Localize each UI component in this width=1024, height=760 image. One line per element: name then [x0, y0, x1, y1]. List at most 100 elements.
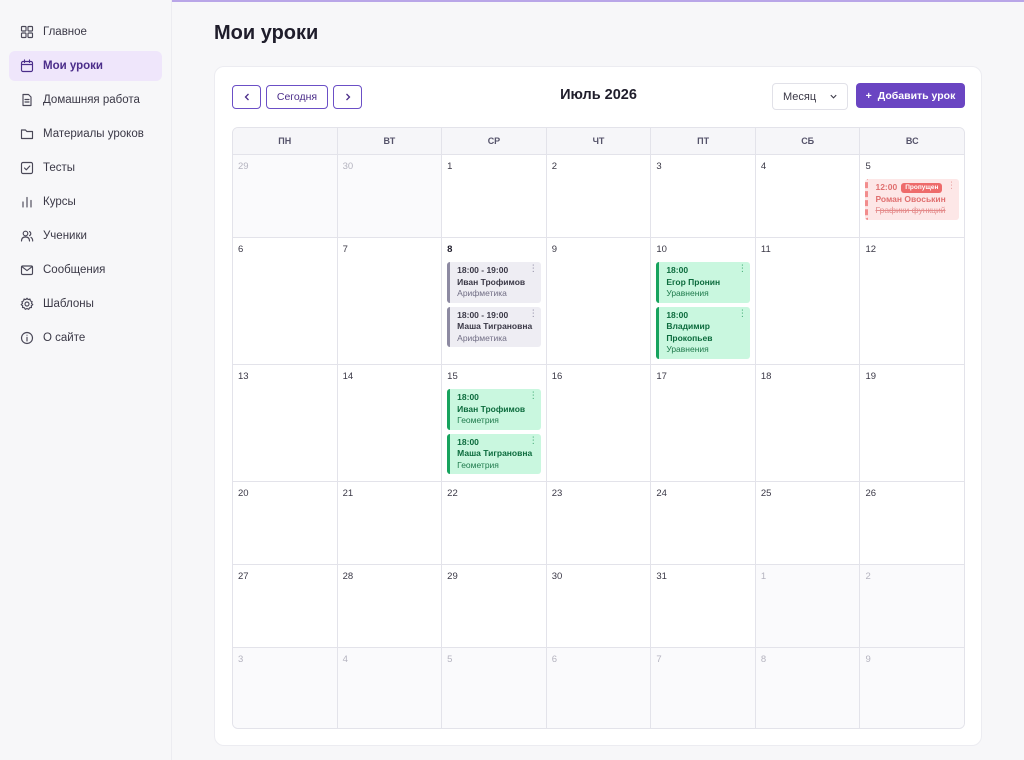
sidebar-item[interactable]: О сайте — [9, 323, 162, 353]
calendar-day-cell[interactable]: 9 — [860, 648, 964, 728]
calendar-day-cell[interactable]: 26 — [860, 482, 964, 564]
prev-month-button[interactable] — [232, 85, 261, 109]
calendar-day-cell[interactable]: 5 ⋮ 12:00 Пропущен Роман Овоськин Графики фун… — [860, 155, 964, 237]
sidebar-item[interactable]: Шаблоны — [9, 289, 162, 319]
calendar-day-cell[interactable]: 29 — [233, 155, 338, 237]
calendar-icon — [20, 59, 34, 73]
calendar-day-cell[interactable]: 4 — [755, 155, 861, 237]
day-number: 4 — [342, 654, 348, 665]
calendar-day-cell[interactable]: 6 — [233, 238, 338, 364]
calendar-week-row: 6 7 8 ⋮ 18:00 - 19:00 Иван Трофимов Арифметика… — [233, 238, 964, 365]
calendar-day-cell[interactable]: 30 — [337, 155, 443, 237]
calendar-day-cell[interactable]: 28 — [337, 565, 443, 647]
view-mode-select[interactable]: Месяц — [772, 83, 848, 110]
lesson-event[interactable]: ⋮ 18:00 Иван Трофимов Геометрия — [447, 389, 541, 430]
add-lesson-button[interactable]: + Добавить урок — [856, 83, 965, 108]
day-number: 29 — [238, 161, 249, 172]
calendar-day-cell[interactable]: 1 — [442, 155, 547, 237]
checkbox-icon — [20, 161, 34, 175]
day-number: 8 — [760, 654, 767, 665]
sidebar-item-label: Ученики — [43, 230, 87, 242]
dashboard-icon — [20, 25, 34, 39]
calendar-day-cell[interactable]: 14 — [337, 365, 443, 481]
chevron-left-icon — [244, 93, 249, 101]
calendar-day-cell[interactable]: 5 — [442, 648, 547, 728]
calendar-day-cell[interactable]: 27 — [233, 565, 338, 647]
next-month-button[interactable] — [333, 85, 362, 109]
sidebar-item[interactable]: Ученики — [9, 221, 162, 251]
weekday-label: ВТ — [338, 128, 443, 154]
month-calendar: ПН ВТ СР ЧТ ПТ СБ ВС 29 30 1 2 3 4 5 ⋮ 12:00 Пропущен Ро… — [232, 127, 965, 729]
calendar-day-cell[interactable]: 2 — [546, 155, 652, 237]
gear-icon — [20, 297, 34, 310]
calendar-day-cell[interactable]: 4 — [337, 648, 443, 728]
lesson-event[interactable]: ⋮ 18:00 Маша Тиграновна Геометрия — [447, 433, 541, 474]
calendar-day-cell[interactable]: 31 — [651, 565, 756, 647]
calendar-day-cell[interactable]: 13 — [233, 365, 338, 481]
more-options-icon[interactable]: ⋮ — [529, 264, 538, 273]
sidebar-item[interactable]: Главное — [9, 17, 162, 47]
more-options-icon[interactable]: ⋮ — [529, 391, 538, 400]
calendar-day-cell[interactable]: 25 — [755, 482, 861, 564]
calendar-day-cell[interactable]: 12 — [860, 238, 964, 364]
folder-icon — [20, 129, 34, 140]
lesson-event[interactable]: ⋮ 12:00 Пропущен Роман Овоськин Графики функ… — [865, 179, 960, 220]
sidebar-item[interactable]: Мои уроки — [9, 51, 162, 81]
sidebar-item[interactable]: Домашняя работа — [9, 85, 162, 115]
day-number: 25 — [760, 488, 772, 499]
day-number: 20 — [238, 488, 249, 499]
sidebar: Главное Мои уроки Домашняя работа Материалы… — [0, 0, 172, 760]
calendar-day-cell[interactable]: 16 — [546, 365, 652, 481]
lesson-event[interactable]: ⋮ 18:00 - 19:00 Маша Тиграновна Арифметика — [447, 306, 541, 347]
sidebar-item[interactable]: Курсы — [9, 187, 162, 217]
calendar-day-cell[interactable]: 21 — [337, 482, 443, 564]
lesson-event[interactable]: ⋮ 18:00 Владимир Прокопьев Уравнения — [656, 306, 750, 359]
calendar-day-cell[interactable]: 30 — [546, 565, 652, 647]
sidebar-item[interactable]: Материалы уроков — [9, 119, 162, 149]
calendar-day-cell[interactable]: 3 — [651, 155, 756, 237]
calendar-day-cell[interactable]: 18 — [755, 365, 861, 481]
sidebar-item-label: Сообщения — [43, 264, 106, 276]
day-number: 8 — [447, 244, 453, 255]
day-number: 27 — [238, 571, 249, 582]
calendar-day-cell[interactable]: 22 — [442, 482, 547, 564]
more-options-icon[interactable]: ⋮ — [529, 308, 538, 318]
more-options-icon[interactable]: ⋮ — [529, 435, 538, 445]
day-number: 21 — [342, 488, 354, 499]
calendar-day-cell[interactable]: 7 — [651, 648, 756, 728]
sidebar-item[interactable]: Сообщения — [9, 255, 162, 285]
calendar-day-cell[interactable]: 11 — [755, 238, 861, 364]
calendar-day-cell[interactable]: 3 — [233, 648, 338, 728]
more-options-icon[interactable]: ⋮ — [738, 308, 747, 318]
calendar-day-cell[interactable]: 15 ⋮ 18:00 Иван Трофимов Геометрия ⋮ 18:00 Маша… — [442, 365, 547, 481]
calendar-day-cell[interactable]: 24 — [651, 482, 756, 564]
calendar-day-cell[interactable]: 6 — [546, 648, 652, 728]
calendar-day-cell[interactable]: 2 — [860, 565, 964, 647]
sidebar-item-label: Тесты — [43, 162, 76, 174]
calendar-week-row: 20 21 22 23 24 25 26 — [233, 482, 964, 565]
day-number: 24 — [656, 488, 667, 499]
calendar-day-cell[interactable]: 8 ⋮ 18:00 - 19:00 Иван Трофимов Арифметика ⋮ 1… — [442, 238, 547, 364]
sidebar-item[interactable]: Тесты — [9, 153, 162, 183]
day-number: 16 — [551, 371, 563, 382]
calendar-day-cell[interactable]: 19 — [860, 365, 964, 481]
lesson-event[interactable]: ⋮ 18:00 Егор Пронин Уравнения — [656, 262, 750, 303]
more-options-icon[interactable]: ⋮ — [738, 264, 747, 273]
calendar-day-cell[interactable]: 7 — [337, 238, 443, 364]
day-number: 9 — [865, 654, 871, 665]
calendar-week-row: 27 28 29 30 31 1 2 — [233, 565, 964, 648]
lesson-time: 18:00 - 19:00 — [457, 265, 509, 275]
day-number: 6 — [551, 654, 558, 665]
today-button[interactable]: Сегодня — [266, 85, 328, 109]
calendar-day-cell[interactable]: 23 — [546, 482, 652, 564]
calendar-day-cell[interactable]: 17 — [651, 365, 756, 481]
calendar-day-cell[interactable]: 9 — [546, 238, 652, 364]
lesson-event[interactable]: ⋮ 18:00 - 19:00 Иван Трофимов Арифметика — [447, 262, 541, 303]
day-number: 30 — [342, 161, 354, 172]
calendar-day-cell[interactable]: 20 — [233, 482, 338, 564]
more-options-icon[interactable]: ⋮ — [947, 181, 956, 190]
calendar-day-cell[interactable]: 10 ⋮ 18:00 Егор Пронин Уравнения ⋮ 18:00 Владим… — [651, 238, 756, 364]
calendar-day-cell[interactable]: 8 — [755, 648, 861, 728]
calendar-day-cell[interactable]: 29 — [442, 565, 547, 647]
calendar-day-cell[interactable]: 1 — [755, 565, 861, 647]
